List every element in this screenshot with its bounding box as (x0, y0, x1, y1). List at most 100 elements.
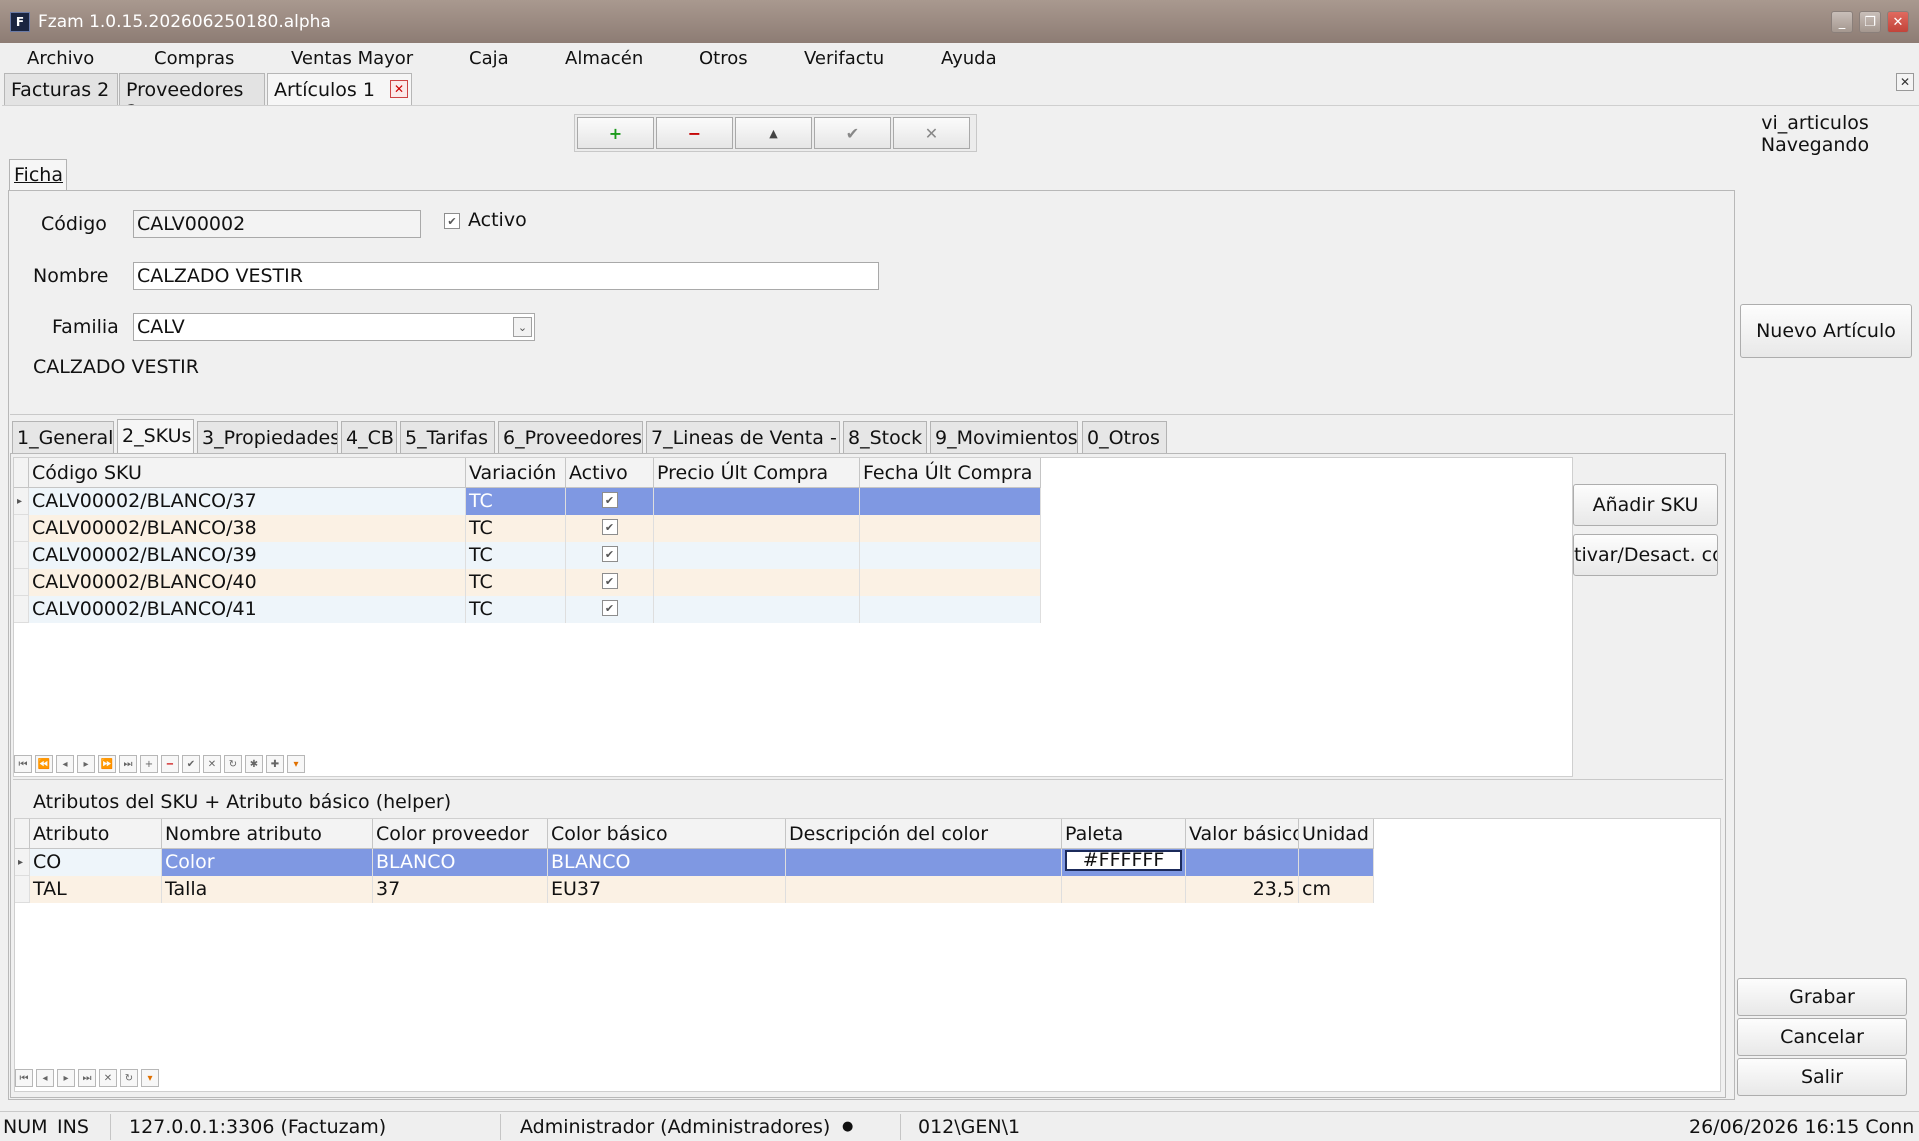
attr-grid-first-icon[interactable]: ⏮ (15, 1069, 33, 1087)
cancel-record-button[interactable]: ✕ (893, 117, 970, 149)
col-color-proveedor[interactable]: Color proveedor (373, 819, 548, 849)
close-all-icon[interactable]: ✕ (1896, 73, 1914, 91)
row-indicator[interactable] (15, 876, 30, 903)
attr-cell-unidad[interactable]: cm (1299, 876, 1374, 903)
row-activo-checkbox[interactable]: ✔ (601, 600, 618, 616)
tab-proveedores[interactable]: Proveedores 2 (119, 73, 265, 123)
attr-cell-nombre[interactable]: Color (162, 849, 373, 876)
sku-cell-fecha[interactable] (860, 542, 1041, 569)
attr-cell-color_basico[interactable]: EU37 (548, 876, 786, 903)
sku-cell-activo[interactable]: ✔ (566, 569, 654, 596)
col-nombre-atributo[interactable]: Nombre atributo (162, 819, 373, 849)
attr-cell-valor[interactable]: 23,5 (1186, 876, 1299, 903)
attr-cell-paleta[interactable]: #FFFFFF (1062, 849, 1186, 876)
attr-cell-desc[interactable] (786, 849, 1062, 876)
attr-cell-atributo[interactable]: TAL (30, 876, 162, 903)
familia-select[interactable]: CALV (133, 313, 535, 341)
sku-cell-fecha[interactable] (860, 488, 1041, 515)
tab-general[interactable]: 1_General (12, 421, 114, 453)
row-indicator[interactable]: ▸ (14, 488, 29, 515)
tab-movimientos[interactable]: 9_Movimientos (930, 421, 1078, 453)
attr-cell-atributo[interactable]: CO (30, 849, 162, 876)
sku-cell-codigo[interactable]: CALV00002/BLANCO/37 (29, 488, 466, 515)
row-activo-checkbox[interactable]: ✔ (601, 546, 618, 562)
salir-button[interactable]: Salir (1737, 1058, 1907, 1096)
attr-cell-color_basico[interactable]: BLANCO (548, 849, 786, 876)
attr-cell-desc[interactable] (786, 876, 1062, 903)
row-indicator[interactable] (14, 515, 29, 542)
attr-grid-filter-icon[interactable]: ▾ (141, 1069, 159, 1087)
add-sku-button[interactable]: Añadir SKU (1573, 484, 1718, 526)
row-indicator[interactable]: ▸ (15, 849, 30, 876)
attr-cell-valor[interactable] (1186, 849, 1299, 876)
tab-tarifas[interactable]: 5_Tarifas (400, 421, 495, 453)
splitter[interactable] (10, 414, 1733, 418)
grid-first-icon[interactable]: ⏮ (14, 755, 32, 773)
attr-grid-next-icon[interactable]: ▸ (57, 1069, 75, 1087)
sku-cell-precio[interactable] (654, 542, 860, 569)
row-indicator[interactable] (14, 569, 29, 596)
sku-cell-variacion[interactable]: TC (466, 542, 566, 569)
sku-cell-variacion[interactable]: TC (466, 515, 566, 542)
sku-cell-fecha[interactable] (860, 569, 1041, 596)
chevron-down-icon[interactable]: ⌄ (513, 317, 532, 337)
codigo-field[interactable]: CALV00002 (133, 210, 421, 238)
attr-grid-cancel-icon[interactable]: ✕ (99, 1069, 117, 1087)
paleta-editor[interactable]: #FFFFFF (1065, 850, 1182, 871)
row-indicator[interactable] (14, 542, 29, 569)
grid-prev-icon[interactable]: ◂ (56, 755, 74, 773)
grid-filter-icon[interactable]: ▾ (287, 755, 305, 773)
activo-checkbox[interactable]: ✔ (444, 213, 460, 229)
menu-compras[interactable]: Compras (154, 48, 234, 69)
col-fecha[interactable]: Fecha Últ Compra (860, 458, 1041, 488)
close-icon[interactable]: ✕ (1887, 11, 1909, 33)
minimize-icon[interactable]: _ (1831, 11, 1853, 33)
menu-ventas-mayor[interactable]: Ventas Mayor (291, 48, 413, 69)
sku-cell-codigo[interactable]: CALV00002/BLANCO/39 (29, 542, 466, 569)
tab-lineas-venta[interactable]: 7_Lineas de Venta - (646, 421, 840, 453)
sku-cell-codigo[interactable]: CALV00002/BLANCO/40 (29, 569, 466, 596)
sku-cell-fecha[interactable] (860, 596, 1041, 623)
row-activo-checkbox[interactable]: ✔ (601, 492, 618, 508)
col-precio[interactable]: Precio Últ Compra (654, 458, 860, 488)
row-activo-checkbox[interactable]: ✔ (601, 573, 618, 589)
col-variacion[interactable]: Variación (466, 458, 566, 488)
post-record-button[interactable]: ✔ (814, 117, 891, 149)
sku-cell-precio[interactable] (654, 569, 860, 596)
sku-cell-codigo[interactable]: CALV00002/BLANCO/41 (29, 596, 466, 623)
menu-caja[interactable]: Caja (469, 48, 509, 69)
menu-otros[interactable]: Otros (699, 48, 748, 69)
grid-last-icon[interactable]: ⏭ (119, 755, 137, 773)
tab-skus[interactable]: 2_SKUs (117, 419, 194, 453)
attr-cell-color_prov[interactable]: BLANCO (373, 849, 548, 876)
nombre-field[interactable]: CALZADO VESTIR (133, 262, 879, 290)
tab-otros[interactable]: 0_Otros (1082, 421, 1167, 453)
col-color-basico[interactable]: Color básico (548, 819, 786, 849)
sku-cell-activo[interactable]: ✔ (566, 542, 654, 569)
sku-cell-fecha[interactable] (860, 515, 1041, 542)
attr-cell-paleta[interactable] (1062, 876, 1186, 903)
row-indicator[interactable] (14, 596, 29, 623)
menu-verifactu[interactable]: Verifactu (804, 48, 884, 69)
tab-facturas[interactable]: Facturas 2 (4, 73, 118, 105)
col-codigo-sku[interactable]: Código SKU (29, 458, 466, 488)
sku-cell-activo[interactable]: ✔ (566, 488, 654, 515)
nuevo-articulo-button[interactable]: Nuevo Artículo (1740, 304, 1912, 358)
grid-refresh-icon[interactable]: ↻ (224, 755, 242, 773)
col-descripcion-color[interactable]: Descripción del color (786, 819, 1062, 849)
grid-cancel-icon[interactable]: ✕ (203, 755, 221, 773)
grid-prev-page-icon[interactable]: ⏪ (35, 755, 53, 773)
sku-cell-activo[interactable]: ✔ (566, 596, 654, 623)
sku-cell-precio[interactable] (654, 515, 860, 542)
grid-apply-icon[interactable]: ✱ (245, 755, 263, 773)
sku-cell-precio[interactable] (654, 488, 860, 515)
attr-grid-refresh-icon[interactable]: ↻ (120, 1069, 138, 1087)
menu-archivo[interactable]: Archivo (27, 48, 94, 69)
col-unidad[interactable]: Unidad (1299, 819, 1374, 849)
tab-propiedades[interactable]: 3_Propiedades (197, 421, 338, 453)
menu-almacen[interactable]: Almacén (565, 48, 643, 69)
edit-record-button[interactable]: ▲ (735, 117, 812, 149)
tab-ficha[interactable]: Ficha (9, 159, 67, 191)
col-activo[interactable]: Activo (566, 458, 654, 488)
sku-cell-variacion[interactable]: TC (466, 596, 566, 623)
